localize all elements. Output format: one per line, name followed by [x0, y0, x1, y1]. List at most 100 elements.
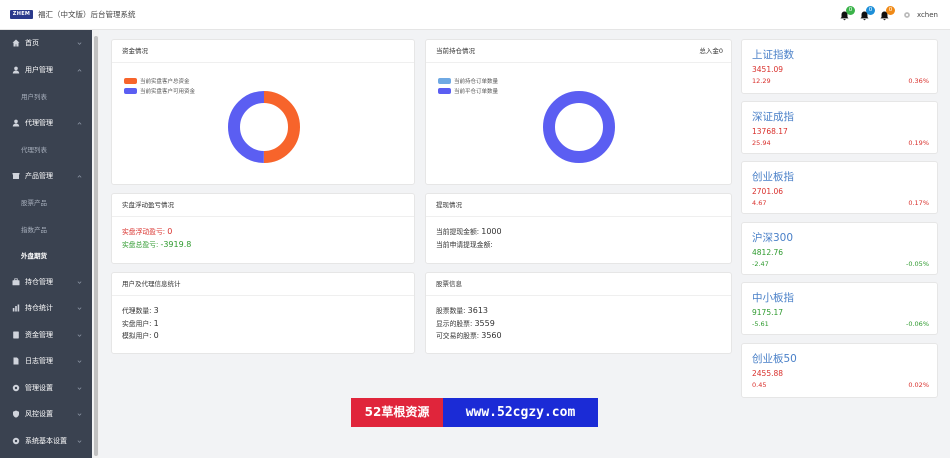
index-card[interactable]: 创业板指 2701.06 4.67 0.17%: [741, 161, 938, 214]
sidebar-item-stock-products[interactable]: 股票产品: [0, 189, 92, 216]
index-name: 创业板50: [752, 353, 797, 365]
sidebar-item-index-products[interactable]: 指数产品: [0, 216, 92, 243]
sidebar-item-label: 管理设置: [25, 383, 53, 392]
sidebar-item-label: 代理管理: [25, 118, 53, 127]
sidebar-item-agent-list[interactable]: 代理列表: [0, 136, 92, 163]
legend-item[interactable]: 当前平仓订单数量: [438, 86, 498, 96]
sidebar-item-log-management[interactable]: 日志管理: [0, 348, 92, 375]
sidebar-item-home[interactable]: 首页: [0, 30, 92, 57]
index-change: 0.45: [752, 381, 767, 389]
real-users-row: 实盘用户: 1: [122, 318, 414, 331]
sidebar-item-label: 用户管理: [25, 65, 53, 74]
index-percent: 0.02%: [908, 381, 929, 389]
sim-users-row: 模拟用户: 0: [122, 330, 414, 343]
sidebar-item-label: 系统基本设置: [25, 436, 67, 445]
chevron-up-icon: [77, 121, 82, 125]
total-deposit: 总入金0: [699, 47, 723, 55]
sidebar-item-user-list[interactable]: 用户列表: [0, 83, 92, 110]
legend-item[interactable]: 当前实盘客户总资金: [124, 76, 195, 86]
box-icon: [12, 172, 20, 180]
withdraw-done-label: 当前提现金额:: [436, 228, 480, 236]
sidebar-item-agent-management[interactable]: 代理管理: [0, 110, 92, 137]
sidebar: 首页 用户管理 用户列表 代理管理 代理列表 产品管理 股票产品 指数产品 外盘…: [0, 30, 92, 458]
index-price: 13768.17: [752, 127, 788, 136]
sidebar-item-fund-management[interactable]: 资金管理: [0, 322, 92, 349]
index-name: 深证成指: [752, 111, 794, 123]
withdraw-values: 当前提现金额: 1000 当前申请提现金额:: [426, 217, 731, 251]
sidebar-item-label: 持仓管理: [25, 277, 53, 286]
sidebar-item-label: 持仓统计: [25, 304, 53, 313]
index-change: 25.94: [752, 139, 771, 147]
cog-icon: [12, 437, 20, 445]
sidebar-item-label: 产品管理: [25, 171, 53, 180]
sidebar-item-position-management[interactable]: 持仓管理: [0, 269, 92, 296]
sidebar-item-admin-settings[interactable]: 管理设置: [0, 375, 92, 402]
legend-swatch: [438, 78, 451, 84]
index-card[interactable]: 创业板50 2455.88 0.45 0.02%: [741, 343, 938, 398]
index-change: 4.67: [752, 199, 767, 207]
notification-bell-2[interactable]: 0: [859, 6, 875, 22]
donut-slice[interactable]: [543, 91, 615, 163]
index-name: 中小板指: [752, 292, 794, 304]
index-percent: -0.06%: [906, 320, 929, 328]
tradable-stocks-label: 可交易的股票:: [436, 332, 480, 340]
stock-count-value: 3613: [467, 306, 489, 315]
watermark-right: www.52cgzy.com: [443, 398, 598, 427]
pnl-card: 实盘浮动盈亏情况 实盘浮动盈亏: 0 实盘总盈亏: -3919.8: [111, 193, 415, 264]
legend-item[interactable]: 当前持仓订单数量: [438, 76, 498, 86]
index-card[interactable]: 上证指数 3451.09 12.29 0.36%: [741, 39, 938, 94]
sidebar-item-user-management[interactable]: 用户管理: [0, 57, 92, 84]
tradable-stocks-value: 3560: [481, 331, 502, 340]
funds-card: 资金情况 当前实盘客户总资金 当前实盘客户可用资金: [111, 39, 415, 185]
legend-label: 当前持仓订单数量: [454, 79, 499, 85]
sidebar-item-position-stats[interactable]: 持仓统计: [0, 295, 92, 322]
agents-label: 代理数量:: [122, 307, 152, 315]
withdraw-done-row: 当前提现金额: 1000: [436, 226, 731, 239]
notification-bell-3[interactable]: 0: [879, 6, 895, 22]
notification-badge: 0: [885, 6, 895, 15]
stock-count-row: 股票数量: 3613: [436, 305, 731, 318]
withdraw-card: 提现情况 当前提现金额: 1000 当前申请提现金额:: [425, 193, 732, 264]
index-name: 沪深300: [752, 232, 794, 244]
index-price: 2455.88: [752, 369, 784, 378]
sidebar-item-risk-settings[interactable]: 风控设置: [0, 401, 92, 428]
real-users-label: 实盘用户:: [122, 319, 152, 328]
stock-count-label: 股票数量:: [436, 307, 466, 315]
legend-label: 当前平仓订单数量: [454, 89, 499, 95]
chevron-down-icon: [77, 42, 82, 45]
legend-item[interactable]: 当前实盘客户可用资金: [124, 86, 195, 96]
user-tie-icon: [12, 119, 20, 127]
index-price: 2701.06: [752, 187, 784, 196]
sidebar-item-system-settings[interactable]: 系统基本设置: [0, 428, 92, 455]
legend-swatch: [438, 88, 451, 94]
positions-donut-chart[interactable]: [542, 90, 616, 164]
app-logo[interactable]: ZHEM: [10, 10, 33, 19]
stats-values: 代理数量: 3 实盘用户: 1 模拟用户: 0: [112, 296, 414, 343]
real-users-value: 1: [153, 318, 159, 328]
sidebar-item-product-management[interactable]: 产品管理: [0, 163, 92, 190]
withdraw-apply-row: 当前申请提现金额:: [436, 239, 731, 252]
chevron-down-icon: [77, 386, 82, 390]
sidebar-scrollbar[interactable]: [93, 30, 99, 458]
chevron-up-icon: [77, 68, 82, 72]
chart-legend: 当前持仓订单数量 当前平仓订单数量: [438, 76, 498, 96]
gear-icon[interactable]: [903, 11, 911, 19]
agents-row: 代理数量: 3: [122, 305, 414, 318]
sidebar-item-foreign-futures[interactable]: 外盘期货: [0, 242, 92, 269]
index-change: 12.29: [752, 77, 771, 85]
pnl-values: 实盘浮动盈亏: 0 实盘总盈亏: -3919.8: [112, 217, 414, 251]
index-card[interactable]: 中小板指 9175.17 -5.61 -0.06%: [741, 282, 938, 335]
index-card[interactable]: 深证成指 13768.17 25.94 0.19%: [741, 101, 938, 154]
username[interactable]: xchen: [917, 11, 938, 19]
notification-bell-1[interactable]: 0: [839, 6, 855, 22]
card-title: 股票信息: [426, 273, 731, 296]
user-agent-stats-card: 用户及代理信息统计 代理数量: 3 实盘用户: 1 模拟用户: 0: [111, 272, 415, 354]
withdraw-done-value: 1000: [481, 227, 502, 236]
index-percent: 0.17%: [908, 199, 929, 207]
scrollbar-thumb[interactable]: [94, 36, 98, 456]
chevron-down-icon: [77, 439, 82, 443]
funds-donut-chart[interactable]: [227, 90, 301, 164]
watermark-left: 52草根资源: [351, 398, 443, 427]
index-card[interactable]: 沪深300 4812.76 -2.47 -0.05%: [741, 222, 938, 275]
float-pnl-row: 实盘浮动盈亏: 0: [122, 226, 414, 239]
